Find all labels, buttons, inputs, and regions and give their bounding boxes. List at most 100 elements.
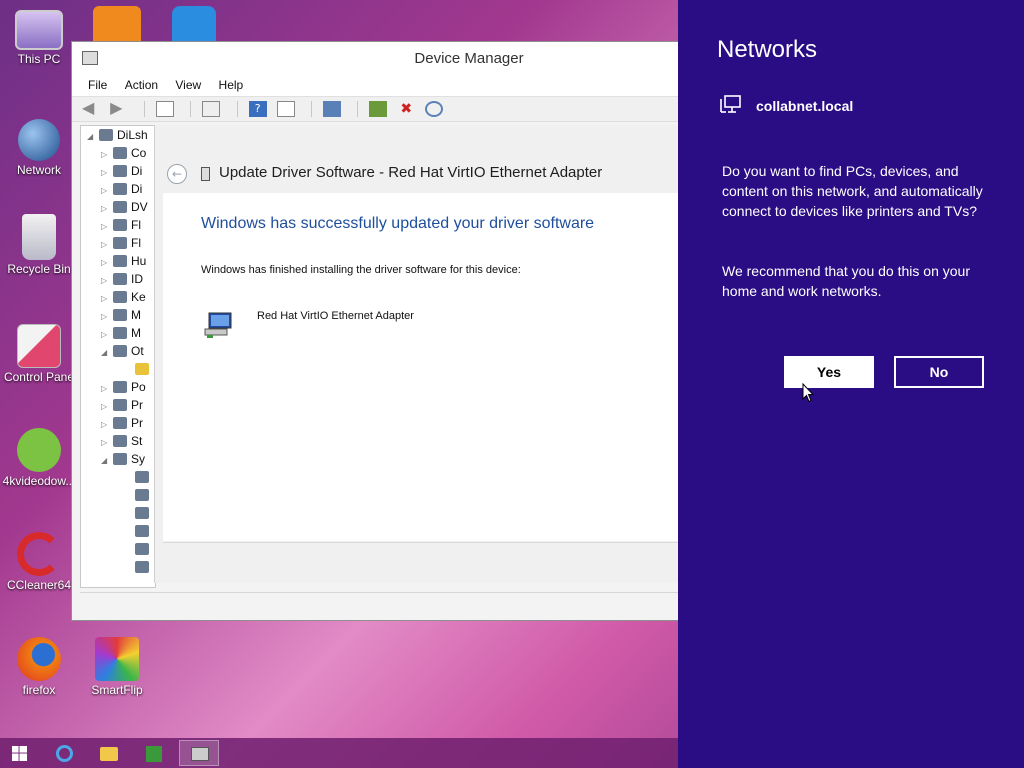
desktop-icon-firefox[interactable]: firefox	[0, 637, 78, 697]
device-category-icon	[113, 255, 127, 267]
tree-item-label: Hu	[131, 254, 147, 268]
tree-item-label: Fl	[131, 236, 141, 250]
desktop-icon-this-pc[interactable]: This PC	[0, 6, 78, 66]
taskbar-internet-explorer[interactable]	[44, 740, 84, 766]
help-icon[interactable]: ?	[248, 101, 267, 117]
start-button[interactable]	[0, 740, 40, 766]
toolbar-separator	[310, 101, 312, 117]
tree-item[interactable]: ▷ ID	[81, 270, 155, 288]
desktop-icon-smartflip[interactable]: SmartFlip	[78, 637, 156, 697]
taskbar-file-explorer[interactable]	[89, 740, 129, 766]
device-manager-taskbar-icon	[191, 747, 209, 761]
menu-action[interactable]: Action	[119, 74, 164, 92]
menu-view[interactable]: View	[169, 74, 207, 92]
firefox-icon	[17, 637, 61, 681]
tree-child-item[interactable]	[81, 540, 155, 558]
menu-bar: File Action View Help	[72, 74, 680, 96]
desktop-icon-4kvideodownloader[interactable]: 4kvideodow...	[0, 428, 78, 488]
device-category-icon	[113, 399, 127, 411]
desktop-icon-control-panel[interactable]: Control Pane	[0, 324, 78, 384]
menu-file[interactable]: File	[82, 74, 113, 92]
network-globe-icon	[18, 119, 60, 161]
device-category-icon	[113, 453, 127, 465]
smartflip-icon	[95, 637, 139, 681]
folder-icon	[100, 747, 118, 761]
toolbar-separator	[236, 101, 238, 117]
tree-item[interactable]: ▷ M	[81, 306, 155, 324]
tree-child-item[interactable]	[81, 468, 155, 486]
update-driver-dialog[interactable]: ← Update Driver Software - Red Hat VirtI…	[154, 125, 681, 583]
enable-device-icon[interactable]	[425, 101, 444, 117]
taskbar-device-manager[interactable]	[179, 740, 219, 766]
toolbar-separator	[357, 101, 359, 117]
teamviewer-icon[interactable]	[172, 6, 216, 42]
store-icon	[146, 746, 162, 762]
dialog-body: Windows has successfully updated your dr…	[163, 193, 681, 541]
update-driver-icon[interactable]	[369, 101, 388, 117]
details-view-icon[interactable]	[276, 101, 295, 117]
tree-item-label: DV	[131, 200, 148, 214]
tree-item[interactable]: ▷ Hu	[81, 252, 155, 270]
tree-item-label: Ot	[131, 344, 144, 358]
device-tree[interactable]: ◢ DiLsh ▷ Co ▷ Di ▷ Di ▷ DV ▷ Fl ▷ Fl ▷ Hu ▷ ID ▷ Ke ▷ M ▷ M ◢ O…	[80, 125, 156, 588]
tree-item[interactable]: ▷ St	[81, 432, 155, 450]
device-category-icon	[113, 201, 127, 213]
device-category-icon	[113, 435, 127, 447]
taskbar	[0, 738, 678, 768]
tree-child-item[interactable]	[81, 522, 155, 540]
forward-icon[interactable]: ▶	[110, 100, 128, 117]
desktop-icon-recycle-bin[interactable]: Recycle Bin	[0, 214, 78, 276]
network-adapter-icon	[204, 312, 232, 338]
tree-item[interactable]: ▷ Ke	[81, 288, 155, 306]
no-button[interactable]: No	[894, 356, 984, 388]
dialog-header: ← Update Driver Software - Red Hat VirtI…	[155, 125, 680, 193]
tree-item[interactable]: ▷ Fl	[81, 234, 155, 252]
toolbar: ◀ ▶ ? ✖	[72, 96, 680, 122]
tree-item[interactable]: ◢ Sy	[81, 450, 155, 468]
title-bar[interactable]: Device Manager	[72, 42, 680, 74]
tree-root[interactable]: ◢ DiLsh	[81, 126, 155, 144]
tree-item[interactable]: ▷ Di	[81, 162, 155, 180]
tree-item-label: Sy	[131, 452, 146, 466]
tree-item[interactable]: ▷ DV	[81, 198, 155, 216]
desktop-icon-network[interactable]: Network	[0, 115, 78, 177]
tree-item[interactable]: ▷ M	[81, 324, 155, 342]
uninstall-icon[interactable]: ✖	[397, 101, 415, 117]
tree-child-item[interactable]	[81, 558, 155, 576]
system-device-icon	[135, 507, 149, 519]
properties-icon[interactable]	[156, 101, 175, 117]
tree-item[interactable]: ▷ Co	[81, 144, 155, 162]
tree-item[interactable]: ▷ Pr	[81, 396, 155, 414]
tree-item[interactable]: ▷ Di	[81, 180, 155, 198]
back-arrow-icon[interactable]: ←	[167, 164, 187, 184]
device-category-icon	[113, 147, 127, 159]
windows-logo-icon	[12, 746, 27, 761]
tree-item-label: Pr	[131, 398, 143, 412]
tree-item-label: St	[131, 434, 143, 448]
tree-item[interactable]	[81, 360, 155, 378]
back-icon[interactable]: ◀	[82, 100, 100, 117]
menu-help[interactable]: Help	[213, 74, 250, 92]
orange-app-icon[interactable]	[93, 6, 141, 42]
tree-item-label: Ke	[131, 290, 146, 304]
tree-child-item[interactable]	[81, 486, 155, 504]
device-category-icon	[113, 183, 127, 195]
tree-child-item[interactable]	[81, 504, 155, 522]
tree-item[interactable]: ◢ Ot	[81, 342, 155, 360]
taskbar-store[interactable]	[134, 740, 174, 766]
list-view-icon[interactable]	[202, 101, 221, 117]
networks-charm-panel: Networks collabnet.local Do you want to …	[678, 0, 1024, 768]
tree-item-label: Po	[131, 380, 146, 394]
device-category-icon	[113, 345, 127, 357]
system-device-icon	[135, 543, 149, 555]
device-category-icon	[113, 417, 127, 429]
tree-item[interactable]: ▷ Fl	[81, 216, 155, 234]
tree-item[interactable]: ▷ Pr	[81, 414, 155, 432]
tree-item[interactable]: ▷ Po	[81, 378, 155, 396]
yes-button[interactable]: Yes	[784, 356, 874, 388]
recycle-bin-icon	[22, 214, 56, 260]
desktop-icon-ccleaner[interactable]: CCleaner64	[0, 532, 78, 592]
scan-hardware-icon[interactable]	[322, 101, 341, 117]
computer-node-icon	[99, 129, 113, 141]
ccleaner-icon	[17, 532, 61, 576]
